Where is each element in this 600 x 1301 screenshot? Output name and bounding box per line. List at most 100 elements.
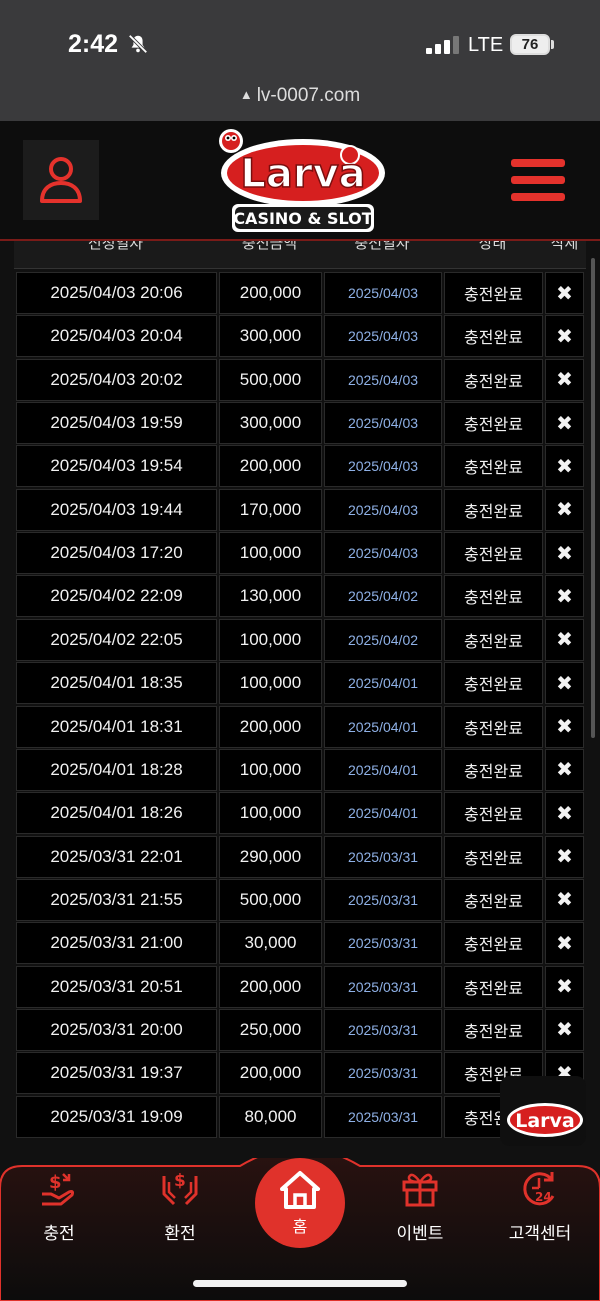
svg-text:$: $ bbox=[174, 1171, 186, 1191]
table-row: 2025/03/31 21:55 500,000 2025/03/31 충전완료 ✖ bbox=[16, 878, 584, 922]
nav-exchange[interactable]: $ 환전 bbox=[130, 1168, 230, 1244]
cell-amount: 200,000 bbox=[219, 965, 322, 1008]
home-indicator[interactable] bbox=[193, 1280, 407, 1287]
cell-amount: 200,000 bbox=[219, 705, 322, 748]
hamburger-menu-button[interactable] bbox=[511, 159, 565, 203]
status-bar: 2:42 LTE 76 bbox=[0, 0, 600, 85]
cell-amount: 200,000 bbox=[219, 445, 322, 488]
table-row: 2025/03/31 19:0980,0002025/03/31충전완료✖ bbox=[16, 1095, 584, 1139]
table-row: 2025/03/31 19:37 200,000 2025/03/31 충전완료 ✖ bbox=[16, 1052, 584, 1095]
cell-status: 충전완료 bbox=[444, 965, 543, 1008]
table-row: 2025/04/03 19:44 170,000 2025/04/03 충전완료 ✖ bbox=[16, 488, 584, 532]
scrollbar[interactable] bbox=[591, 258, 595, 738]
cell-amount: 130,000 bbox=[219, 575, 322, 618]
delete-button[interactable]: ✖ bbox=[545, 402, 584, 445]
table-header: 신청일자 충전금액 충전일자 상태 삭제 bbox=[14, 241, 586, 269]
delete-button[interactable]: ✖ bbox=[545, 705, 584, 748]
cell-charge-date: 2025/04/03 bbox=[324, 402, 442, 445]
cell-charge-date: 2025/03/31 bbox=[324, 922, 442, 965]
support-24h-icon: 24 bbox=[523, 1172, 555, 1206]
cell-charge-date: 2025/03/31 bbox=[324, 878, 442, 921]
cell-amount: 300,000 bbox=[219, 402, 322, 445]
cell-amount: 200,000 bbox=[219, 1052, 322, 1095]
header-request-date: 신청일자 bbox=[87, 241, 144, 252]
cell-status: 충전완료 bbox=[444, 1008, 543, 1051]
delete-button[interactable]: ✖ bbox=[545, 1008, 584, 1051]
cell-charge-date: 2025/03/31 bbox=[324, 835, 442, 878]
site-header: Larva CASINO & SLOT bbox=[0, 121, 600, 241]
floating-larva-logo[interactable]: Larva bbox=[500, 1076, 586, 1146]
delete-button[interactable]: ✖ bbox=[545, 618, 584, 661]
cell-amount: 100,000 bbox=[219, 532, 322, 575]
cell-request-date: 2025/03/31 20:51 bbox=[16, 965, 217, 1008]
menu-bar bbox=[511, 159, 565, 167]
cell-amount: 300,000 bbox=[219, 315, 322, 358]
cell-charge-date: 2025/04/02 bbox=[324, 575, 442, 618]
cell-request-date: 2025/03/31 20:00 bbox=[16, 1008, 217, 1051]
cell-charge-date: 2025/04/03 bbox=[324, 532, 442, 575]
delete-button[interactable]: ✖ bbox=[545, 575, 584, 618]
header-status: 상태 bbox=[478, 241, 507, 252]
charge-history-table: 신청일자 충전금액 충전일자 상태 삭제 2025/04/03 20:06 200… bbox=[14, 241, 586, 1140]
delete-button[interactable]: ✖ bbox=[545, 748, 584, 791]
address-bar[interactable]: ▲ lv-0007.com bbox=[0, 85, 600, 121]
cell-request-date: 2025/03/31 19:09 bbox=[16, 1095, 217, 1138]
delete-button[interactable]: ✖ bbox=[545, 922, 584, 965]
cell-status: 충전완료 bbox=[444, 532, 543, 575]
cell-status: 충전완료 bbox=[444, 662, 543, 705]
user-button[interactable] bbox=[23, 140, 99, 220]
cell-charge-date: 2025/03/31 bbox=[324, 1008, 442, 1051]
delete-button[interactable]: ✖ bbox=[545, 532, 584, 575]
charge-hand-coin-icon: $ bbox=[42, 1172, 75, 1206]
delete-button[interactable]: ✖ bbox=[545, 965, 584, 1008]
nav-charge-label: 충전 bbox=[43, 1224, 75, 1243]
cell-charge-date: 2025/04/01 bbox=[324, 792, 442, 835]
cell-charge-date: 2025/04/03 bbox=[324, 488, 442, 531]
delete-button[interactable]: ✖ bbox=[545, 315, 584, 358]
table-row: 2025/04/03 20:02 500,000 2025/04/03 충전완료 ✖ bbox=[16, 358, 584, 402]
cell-amount: 500,000 bbox=[219, 358, 322, 401]
nav-event[interactable]: 이벤트 bbox=[370, 1168, 470, 1244]
cell-request-date: 2025/04/01 18:26 bbox=[16, 792, 217, 835]
delete-button[interactable]: ✖ bbox=[545, 662, 584, 705]
header-delete: 삭제 bbox=[550, 241, 579, 252]
nav-home[interactable]: 홈 bbox=[255, 1158, 345, 1248]
status-time: 2:42 bbox=[68, 30, 119, 58]
delete-button[interactable]: ✖ bbox=[545, 878, 584, 921]
delete-button[interactable]: ✖ bbox=[545, 488, 584, 531]
logo-brand: Larva bbox=[240, 151, 365, 197]
cell-charge-date: 2025/03/31 bbox=[324, 965, 442, 1008]
nav-support[interactable]: 24 고객센터 bbox=[490, 1168, 590, 1244]
menu-bar bbox=[511, 176, 565, 184]
network-label: LTE bbox=[468, 34, 504, 56]
nav-support-label: 고객센터 bbox=[508, 1224, 572, 1243]
delete-button[interactable]: ✖ bbox=[545, 358, 584, 401]
delete-button[interactable]: ✖ bbox=[545, 835, 584, 878]
gift-icon bbox=[402, 1173, 438, 1207]
cell-request-date: 2025/04/02 22:09 bbox=[16, 575, 217, 618]
battery-level: 76 bbox=[521, 36, 539, 53]
delete-button[interactable]: ✖ bbox=[545, 272, 584, 314]
cell-request-date: 2025/04/03 20:04 bbox=[16, 315, 217, 358]
floating-logo-text: Larva bbox=[515, 1110, 575, 1132]
cell-amount: 200,000 bbox=[219, 272, 322, 314]
delete-button[interactable]: ✖ bbox=[545, 445, 584, 488]
cell-charge-date: 2025/04/02 bbox=[324, 618, 442, 661]
cell-status: 충전완료 bbox=[444, 488, 543, 531]
table-row: 2025/04/03 20:04 300,000 2025/04/03 충전완료 ✖ bbox=[16, 315, 584, 358]
cell-charge-date: 2025/03/31 bbox=[324, 1052, 442, 1095]
table-row: 2025/04/01 18:35 100,000 2025/04/01 충전완료 ✖ bbox=[16, 662, 584, 705]
cell-request-date: 2025/04/03 20:02 bbox=[16, 358, 217, 401]
cell-request-date: 2025/04/03 19:44 bbox=[16, 488, 217, 531]
table-row: 2025/03/31 20:51 200,000 2025/03/31 충전완료 ✖ bbox=[16, 965, 584, 1009]
delete-button[interactable]: ✖ bbox=[545, 792, 584, 835]
cell-amount: 80,000 bbox=[219, 1095, 322, 1138]
cell-request-date: 2025/04/03 17:20 bbox=[16, 532, 217, 575]
menu-bar bbox=[511, 193, 565, 201]
cell-charge-date: 2025/04/03 bbox=[324, 445, 442, 488]
cell-request-date: 2025/04/01 18:35 bbox=[16, 662, 217, 705]
cell-request-date: 2025/03/31 19:37 bbox=[16, 1052, 217, 1095]
svg-text:24: 24 bbox=[535, 1190, 552, 1204]
nav-charge[interactable]: $ 충전 bbox=[9, 1168, 109, 1244]
larva-logo[interactable]: Larva CASINO & SLOT bbox=[210, 125, 390, 237]
